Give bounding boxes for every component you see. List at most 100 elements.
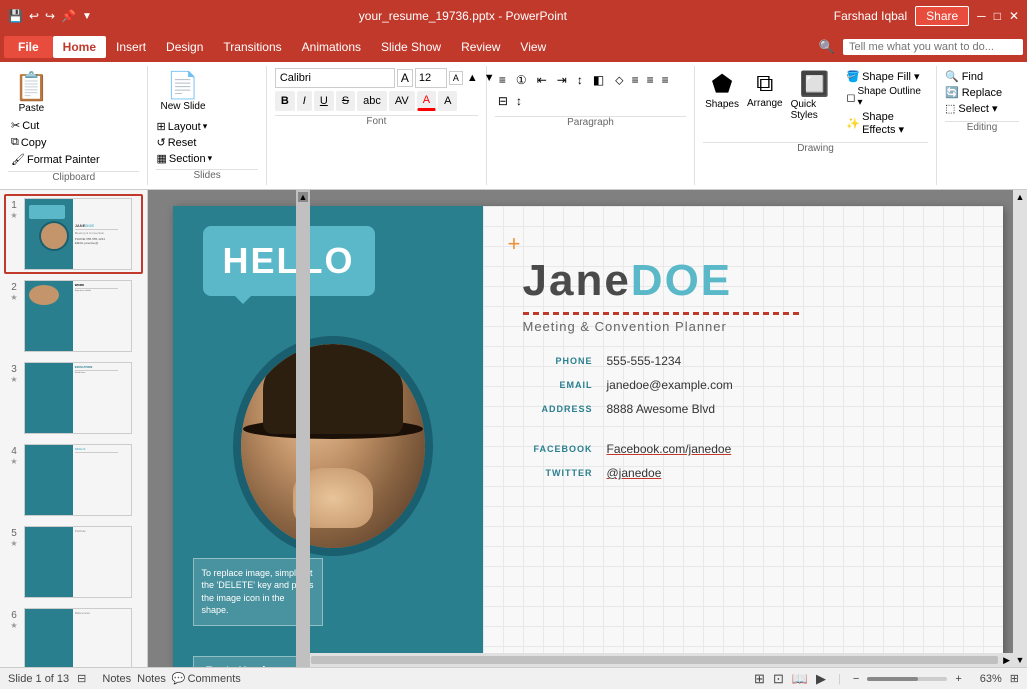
reading-view-btn[interactable]: 📖 — [792, 671, 808, 687]
menu-design[interactable]: Design — [156, 36, 213, 58]
title-bar-right: Farshad Iqbal Share ─ □ ✕ — [834, 6, 1019, 26]
slideshow-btn[interactable]: ▶ — [816, 671, 826, 687]
title-bar-left: 💾 ↩ ↪ 📌 ▼ — [8, 9, 92, 23]
notes-button[interactable]: Notes — [102, 673, 131, 685]
slide-number-1: 1 ★ — [8, 198, 20, 220]
clipboard-label: Clipboard — [8, 171, 139, 185]
select-button[interactable]: ⬚ Select ▾ — [945, 102, 1002, 115]
text-direction-button[interactable]: ↕ — [573, 70, 587, 90]
paste-button[interactable]: 📋 Paste — [8, 68, 55, 116]
shapes-button[interactable]: ⬟ Shapes — [703, 68, 741, 138]
font-size-down[interactable]: A — [397, 69, 413, 87]
ribbon-group-drawing: ⬟ Shapes ⧉ Arrange 🔲 Quick Styles 🪣 Shap… — [695, 66, 937, 185]
zoom-level[interactable]: 63% — [970, 673, 1002, 685]
shape-outline-button[interactable]: ◻ Shape Outline ▾ — [846, 86, 926, 108]
section-button[interactable]: ▦ Section ▾ — [156, 152, 212, 165]
slide-thumb-6[interactable]: 6 ★ References — [4, 604, 143, 667]
menu-home[interactable]: Home — [53, 36, 106, 58]
photo-circle — [233, 336, 433, 556]
slide-thumb-5[interactable]: 5 ★ Portfolio — [4, 522, 143, 602]
justify-button[interactable]: ≡ — [659, 71, 672, 89]
new-slide-icon: 📄 — [167, 70, 199, 101]
slide-thumb-1[interactable]: 1 ★ JANEDOE Meeting & Convention PHONE 5… — [4, 194, 143, 274]
format-painter-icon: 🖌 — [11, 153, 25, 166]
shape-fill-button[interactable]: 🪣 Shape Fill ▾ — [846, 70, 926, 83]
zoom-in-btn[interactable]: + — [955, 673, 961, 685]
shape-effects-button[interactable]: ✨ Shape Effects ▾ — [846, 111, 926, 136]
align-left-button[interactable]: ⬦ — [612, 71, 626, 90]
reset-button[interactable]: ↺ Reset — [156, 136, 212, 149]
font-label: Font — [275, 115, 478, 129]
undo-icon[interactable]: ↩ — [29, 9, 39, 23]
decrease-indent-button[interactable]: ⇤ — [533, 70, 551, 90]
vertical-scrollbar[interactable]: ▲ ▼ — [1013, 190, 1027, 667]
bold-button[interactable]: B — [275, 91, 295, 111]
align-center-button[interactable]: ≡ — [629, 71, 642, 89]
save-icon[interactable]: 💾 — [8, 9, 23, 23]
text-highlight-button[interactable]: A — [438, 91, 457, 111]
grow-font-icon[interactable]: ▲ — [465, 71, 480, 85]
scroll-right[interactable]: ▶ — [1000, 655, 1013, 666]
copy-button[interactable]: ⧉ Copy — [8, 135, 103, 150]
vertical-scroll-left[interactable]: ▲ — [296, 190, 310, 667]
close-button[interactable]: ✕ — [1009, 9, 1019, 23]
convert-to-smartart-button[interactable]: ◧ — [589, 70, 608, 90]
contact-row-phone: PHONE 555-555-1234 — [523, 354, 963, 368]
menu-insert[interactable]: Insert — [106, 36, 156, 58]
font-color-button[interactable]: A — [417, 91, 436, 111]
cut-button[interactable]: ✂ Cut — [8, 118, 103, 133]
slide-sorter-btn[interactable]: ⊡ — [773, 671, 784, 687]
quick-styles-button[interactable]: 🔲 Quick Styles — [789, 68, 841, 138]
font-size-up[interactable]: A — [449, 71, 463, 85]
slide-preview-5: Portfolio — [24, 526, 132, 598]
copy-icon: ⧉ — [11, 136, 19, 149]
columns-button[interactable]: ⊟ — [495, 92, 511, 110]
slide-preview-2: WORK Experience details — [24, 280, 132, 352]
find-button[interactable]: 🔍 Find — [945, 70, 1002, 83]
italic-button[interactable]: I — [297, 91, 312, 111]
menu-view[interactable]: View — [510, 36, 556, 58]
font-name-input[interactable] — [275, 68, 395, 88]
ribbon-group-clipboard: 📋 Paste ✂ Cut ⧉ Copy 🖌 Format Painter — [0, 66, 148, 185]
slide-thumb-3[interactable]: 3 ★ EDUCATION Details here — [4, 358, 143, 438]
restore-button[interactable]: □ — [994, 9, 1001, 23]
notes-label[interactable]: Notes — [137, 673, 166, 685]
arrange-icon: ⧉ — [756, 70, 773, 98]
horizontal-scrollbar[interactable]: ◀ ▶ — [296, 653, 1013, 667]
pin-icon[interactable]: 📌 — [61, 9, 76, 23]
dropdown-arrow[interactable]: ▼ — [82, 11, 92, 22]
menu-animations[interactable]: Animations — [292, 36, 371, 58]
bullets-button[interactable]: ≡ — [495, 70, 510, 90]
numbered-list-button[interactable]: ① — [512, 70, 531, 90]
font-size-input[interactable] — [415, 68, 447, 88]
increase-indent-button[interactable]: ⇥ — [553, 70, 571, 90]
slide-thumb-4[interactable]: 4 ★ SKILLS — [4, 440, 143, 520]
strikethrough-button[interactable]: S — [336, 91, 355, 111]
layout-button[interactable]: ⊞ Layout ▾ — [156, 120, 212, 133]
line-spacing-button[interactable]: ↕ — [513, 92, 525, 110]
zoom-out-btn[interactable]: − — [853, 673, 859, 685]
arrange-button[interactable]: ⧉ Arrange — [745, 68, 785, 138]
search-input[interactable] — [843, 39, 1023, 55]
menu-slideshow[interactable]: Slide Show — [371, 36, 451, 58]
slide-thumb-2[interactable]: 2 ★ WORK Experience details — [4, 276, 143, 356]
shapes-icon: ⬟ — [712, 70, 733, 99]
underline-button[interactable]: U — [314, 91, 334, 111]
email-label: EMAIL — [523, 380, 593, 390]
scroll-up[interactable]: ▲ — [1014, 190, 1027, 204]
normal-view-btn[interactable]: ⊞ — [754, 671, 765, 687]
share-button[interactable]: Share — [915, 6, 969, 26]
menu-file[interactable]: File — [4, 36, 53, 58]
small-caps-button[interactable]: abc — [357, 91, 387, 111]
new-slide-button[interactable]: 📄 New Slide — [156, 68, 209, 114]
menu-transitions[interactable]: Transitions — [213, 36, 291, 58]
menu-review[interactable]: Review — [451, 36, 510, 58]
minimize-button[interactable]: ─ — [977, 9, 986, 23]
replace-button[interactable]: 🔄 Replace — [945, 86, 1002, 99]
redo-icon[interactable]: ↪ — [45, 9, 55, 23]
zoom-bar[interactable] — [867, 677, 947, 681]
scroll-down[interactable]: ▼ — [1014, 653, 1027, 667]
format-painter-button[interactable]: 🖌 Format Painter — [8, 152, 103, 167]
char-spacing-button[interactable]: AV — [389, 91, 415, 111]
align-right-button[interactable]: ≡ — [644, 71, 657, 89]
